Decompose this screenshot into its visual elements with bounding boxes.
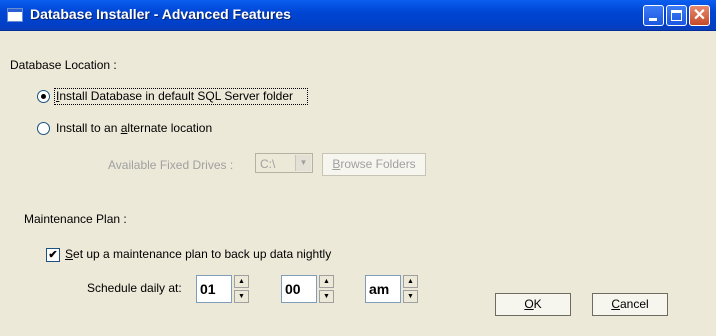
ok-button[interactable]: OK <box>495 293 571 316</box>
maximize-icon <box>671 10 682 21</box>
minimize-icon <box>649 18 657 21</box>
spin-up-icon[interactable]: ▲ <box>319 275 334 288</box>
radio-install-alternate[interactable] <box>37 122 50 135</box>
minute-value: 00 <box>285 281 301 297</box>
minimize-button[interactable] <box>643 5 664 26</box>
drive-select[interactable]: C:\ ▼ <box>255 153 313 173</box>
spin-up-icon[interactable]: ▲ <box>234 275 249 288</box>
close-button[interactable]: ✕ <box>689 5 710 26</box>
spin-up-icon[interactable]: ▲ <box>403 275 418 288</box>
cancel-button[interactable]: Cancel <box>592 293 668 316</box>
radio-install-default[interactable] <box>37 90 50 103</box>
install-default-label[interactable]: Install Database in default SQL Server f… <box>56 89 293 103</box>
ampm-value: am <box>369 281 390 297</box>
spin-down-icon[interactable]: ▼ <box>234 290 249 303</box>
spin-down-icon[interactable]: ▼ <box>403 290 418 303</box>
minute-field[interactable]: 00 <box>281 275 317 303</box>
close-icon: ✕ <box>692 7 707 24</box>
ampm-spinner[interactable]: ▲ ▼ <box>403 275 418 303</box>
hour-value: 01 <box>200 281 216 297</box>
spin-down-icon[interactable]: ▼ <box>319 290 334 303</box>
ampm-field[interactable]: am <box>365 275 401 303</box>
hour-spinner[interactable]: ▲ ▼ <box>234 275 249 303</box>
hour-field[interactable]: 01 <box>196 275 232 303</box>
maintenance-checkbox-label[interactable]: Set up a maintenance plan to back up dat… <box>65 247 331 261</box>
install-alternate-label[interactable]: Install to an alternate location <box>56 121 212 135</box>
minute-spinner[interactable]: ▲ ▼ <box>319 275 334 303</box>
chevron-down-icon[interactable]: ▼ <box>295 155 311 171</box>
window-title: Database Installer - Advanced Features <box>30 6 291 22</box>
maintenance-checkbox[interactable]: ✔ <box>46 248 60 262</box>
maximize-button[interactable] <box>666 5 687 26</box>
drive-select-value: C:\ <box>260 157 276 171</box>
maintenance-plan-heading: Maintenance Plan : <box>24 212 127 226</box>
schedule-label: Schedule daily at: <box>87 281 182 295</box>
title-bar[interactable]: Database Installer - Advanced Features ✕ <box>0 0 716 31</box>
browse-folders-button[interactable]: Browse Folders <box>322 153 426 176</box>
app-icon[interactable] <box>7 8 23 22</box>
available-drives-label: Available Fixed Drives : <box>108 158 234 172</box>
database-location-heading: Database Location : <box>10 58 117 72</box>
